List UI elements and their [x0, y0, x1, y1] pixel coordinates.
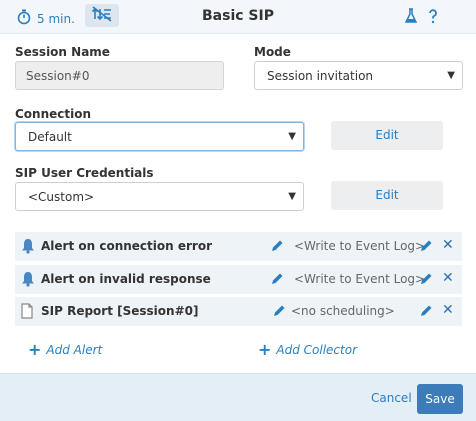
dialog-footer: Cancel Save — [0, 373, 476, 421]
bell-icon — [21, 238, 35, 257]
plus-icon: + — [258, 340, 272, 359]
credentials-edit-button[interactable]: Edit — [331, 181, 443, 210]
pencil-icon[interactable] — [271, 239, 284, 255]
credentials-label: SIP User Credentials — [15, 166, 154, 180]
list-item-value[interactable]: <Write to Event Log> — [294, 272, 425, 286]
save-button[interactable]: Save — [417, 384, 463, 414]
credentials-select[interactable]: <Custom> ▼ — [15, 182, 304, 211]
add-alert-link[interactable]: + Add Alert — [28, 340, 103, 359]
connection-select[interactable]: Default ▼ — [15, 122, 304, 151]
list-item: Alert on connection error <Write to Even… — [15, 232, 462, 261]
connection-edit-button[interactable]: Edit — [331, 121, 443, 150]
list-item-value[interactable]: <Write to Event Log> — [294, 239, 425, 253]
mode-label: Mode — [254, 45, 291, 59]
cancel-button[interactable]: Cancel — [371, 391, 412, 405]
mode-select[interactable]: Session invitation ▼ — [254, 61, 463, 90]
list-item-label: SIP Report [Session#0] — [41, 304, 199, 318]
add-collector-link[interactable]: + Add Collector — [258, 340, 358, 359]
caret-down-icon: ▼ — [288, 131, 296, 142]
connection-label: Connection — [15, 107, 92, 121]
document-icon — [21, 303, 33, 322]
bell-icon — [21, 271, 35, 290]
flask-icon[interactable] — [404, 8, 418, 27]
plus-icon: + — [28, 340, 42, 359]
credentials-select-value: <Custom> — [28, 190, 95, 204]
session-name-label: Session Name — [15, 45, 110, 59]
help-icon[interactable] — [427, 8, 439, 28]
caret-down-icon: ▼ — [447, 70, 455, 81]
pencil-icon[interactable] — [420, 304, 433, 320]
pencil-icon[interactable] — [420, 272, 433, 288]
pencil-icon[interactable] — [273, 304, 286, 320]
session-name-field[interactable]: Session#0 — [15, 61, 224, 90]
close-icon[interactable]: ✕ — [442, 302, 454, 318]
list-item-label: Alert on connection error — [41, 239, 212, 253]
add-collector-label: Add Collector — [276, 343, 358, 357]
connection-select-value: Default — [28, 130, 72, 144]
dialog-header: 5 min. Basic SIP — [0, 0, 476, 34]
list-item-label: Alert on invalid response — [41, 272, 211, 286]
list-item: Alert on invalid response <Write to Even… — [15, 265, 462, 294]
close-icon[interactable]: ✕ — [442, 237, 454, 253]
list-item-value[interactable]: <no scheduling> — [291, 304, 395, 318]
close-icon[interactable]: ✕ — [442, 270, 454, 286]
mode-select-value: Session invitation — [267, 69, 374, 83]
add-alert-label: Add Alert — [46, 343, 103, 357]
list-item: SIP Report [Session#0] <no scheduling> ✕ — [15, 297, 462, 326]
pencil-icon[interactable] — [271, 272, 284, 288]
pencil-icon[interactable] — [420, 239, 433, 255]
caret-down-icon: ▼ — [288, 191, 296, 202]
